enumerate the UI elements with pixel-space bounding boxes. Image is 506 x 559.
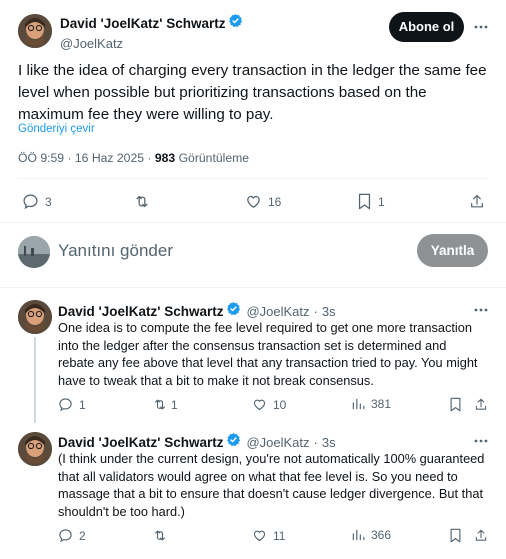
- repost-action[interactable]: [152, 528, 174, 543]
- reply-button[interactable]: Yanıtla: [417, 234, 488, 267]
- tweet-timestamp[interactable]: ÖÖ 9:59 · 16 Haz 2025 ·: [18, 151, 155, 165]
- author-avatar[interactable]: [18, 14, 52, 48]
- bookmark-icon: [357, 193, 372, 210]
- heart-icon: [252, 528, 267, 543]
- reply-author-handle[interactable]: @JoelKatz: [246, 304, 309, 319]
- more-options-icon[interactable]: [473, 303, 489, 317]
- bookmark-action[interactable]: 1: [357, 193, 385, 210]
- verified-badge-icon[interactable]: [226, 301, 241, 321]
- reply-count: 3: [45, 194, 52, 209]
- repost-icon: [133, 193, 151, 210]
- like-action[interactable]: 11: [252, 528, 285, 543]
- reply-text: (I think under the current design, you'r…: [58, 450, 498, 520]
- reply-text-line: One idea is to compute the fee level req…: [58, 320, 473, 335]
- dot-separator: ·: [313, 303, 318, 319]
- share-icon: [474, 397, 488, 412]
- reply-action[interactable]: 3: [22, 193, 52, 210]
- views-count: 366: [371, 528, 392, 542]
- bookmark-action[interactable]: [449, 397, 462, 412]
- more-options-icon[interactable]: [473, 20, 489, 34]
- like-count: 16: [268, 194, 282, 209]
- reply-author-name[interactable]: David 'JoelKatz' Schwartz: [58, 304, 223, 319]
- reply-count: 1: [79, 397, 86, 412]
- verified-badge-icon[interactable]: [226, 432, 241, 452]
- verified-badge-icon[interactable]: [228, 13, 243, 33]
- divider: [18, 178, 488, 179]
- reply-text: One idea is to compute the fee level req…: [58, 319, 498, 389]
- like-count: 10: [273, 397, 287, 412]
- views-count: 381: [371, 397, 392, 411]
- share-action[interactable]: [469, 193, 485, 210]
- heart-icon: [245, 193, 262, 210]
- reply-author-avatar[interactable]: [18, 300, 52, 334]
- reply-action[interactable]: 2: [58, 528, 86, 543]
- author-handle[interactable]: @JoelKatz: [60, 36, 243, 51]
- reply-author-name[interactable]: David 'JoelKatz' Schwartz: [58, 435, 223, 450]
- reply-author-handle[interactable]: @JoelKatz: [246, 435, 309, 450]
- thread-connector-line: [34, 337, 36, 423]
- reply-timestamp[interactable]: 3s: [322, 304, 336, 319]
- divider: [0, 222, 506, 223]
- reply-timestamp[interactable]: 3s: [322, 435, 336, 450]
- repost-action[interactable]: [133, 193, 157, 210]
- tweet-text: I like the idea of charging every transa…: [18, 62, 487, 123]
- reply-text-line: shouldn't be too hard.): [58, 503, 185, 519]
- reply-text-line: into the ledger after the consensus tran…: [58, 337, 447, 353]
- reply-icon: [58, 397, 73, 412]
- reply-text-line: rebate any fee above that level that any…: [58, 355, 478, 371]
- analytics-icon: [351, 397, 365, 411]
- share-action[interactable]: [474, 528, 488, 543]
- reply-input[interactable]: Yanıtını gönder: [58, 240, 358, 262]
- repost-icon: [152, 528, 168, 543]
- like-action[interactable]: 10: [252, 397, 286, 412]
- views-action[interactable]: 366: [351, 528, 391, 542]
- heart-icon: [252, 397, 267, 412]
- repost-icon: [152, 397, 168, 412]
- reply-icon: [22, 193, 39, 210]
- views-action[interactable]: 381: [351, 397, 391, 411]
- reply-count: 2: [79, 528, 86, 543]
- views-label: Görüntüleme: [175, 151, 250, 165]
- translate-link[interactable]: Gönderiyi çevir: [18, 123, 95, 135]
- author-name[interactable]: David 'JoelKatz' Schwartz: [60, 16, 225, 31]
- views-count: 983: [154, 151, 176, 165]
- like-count: 11: [273, 528, 286, 543]
- bookmark-icon: [449, 397, 462, 412]
- reply-icon: [58, 528, 73, 543]
- repost-count: 1: [171, 397, 178, 412]
- like-action[interactable]: 16: [245, 193, 281, 210]
- more-options-icon[interactable]: [473, 434, 489, 448]
- share-icon: [474, 528, 488, 543]
- divider: [0, 287, 506, 288]
- share-action[interactable]: [474, 397, 488, 412]
- reply-text-line: massage that a bit to ensure that doesn'…: [58, 486, 484, 502]
- reply-author-avatar[interactable]: [18, 432, 52, 466]
- reply-text-line: that all validators would agree on what …: [58, 468, 458, 484]
- share-icon: [469, 193, 485, 210]
- current-user-avatar[interactable]: [18, 236, 50, 268]
- reply-text-line: have to tweak that a bit to make it not …: [58, 372, 374, 388]
- reply-action[interactable]: 1: [58, 397, 86, 412]
- follow-button[interactable]: Abone ol: [389, 12, 464, 42]
- bookmark-action[interactable]: [449, 528, 462, 543]
- analytics-icon: [351, 528, 365, 542]
- tweet-meta: ÖÖ 9:59 · 16 Haz 2025 · 983 Görüntüleme: [18, 151, 249, 165]
- repost-action[interactable]: 1: [152, 397, 178, 412]
- bookmark-icon: [449, 528, 462, 543]
- bookmark-count: 1: [378, 194, 385, 209]
- dot-separator: ·: [313, 434, 318, 450]
- reply-text-line: (I think under the current design, you'r…: [58, 451, 485, 466]
